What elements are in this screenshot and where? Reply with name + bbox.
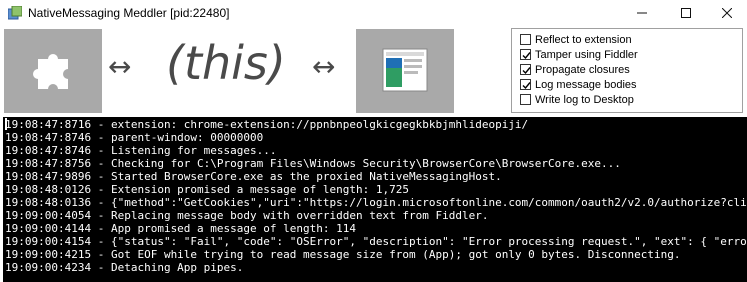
option-label: Log message bodies [535, 78, 637, 91]
minimize-icon [637, 12, 647, 14]
option-label: Tamper using Fiddler [535, 48, 638, 61]
extension-tile [4, 29, 102, 113]
log-line: 19:09:00:4144 - App promised a message o… [5, 222, 356, 235]
option-label: Reflect to extension [535, 33, 632, 46]
close-icon [722, 8, 732, 18]
right-arrow-icon: ↔ [312, 50, 336, 83]
checkbox-checked[interactable] [520, 79, 531, 90]
maximize-button[interactable] [666, 0, 706, 26]
log-line: 19:09:00:4234 - Detaching App pipes. [5, 261, 244, 274]
puzzle-piece-icon [33, 54, 68, 89]
checkbox-unchecked[interactable] [520, 94, 531, 105]
log-line: 19:08:47:8716 - extension: chrome-extens… [5, 118, 529, 131]
log-line: 19:09:00:4215 - Got EOF while trying to … [5, 248, 681, 261]
log-line: 19:08:48:0136 - {"method":"GetCookies","… [5, 196, 747, 209]
window-title: NativeMessaging Meddler [pid:22480] [28, 6, 230, 20]
app-icon [7, 5, 23, 20]
checkbox-checked[interactable] [520, 64, 531, 75]
option-reflect-to-extension[interactable]: Reflect to extension [520, 32, 632, 47]
log-line: 19:08:47:8746 - parent-window: 00000000 [5, 131, 264, 144]
log-line: 19:09:00:4054 - Replacing message body w… [5, 209, 489, 222]
checkmark-icon [522, 67, 531, 75]
maximize-icon [681, 8, 691, 18]
banner-center-text: (this) [166, 36, 286, 90]
minimize-button[interactable] [622, 0, 662, 26]
log-line: 19:08:47:8746 - Listening for messages..… [5, 144, 277, 157]
log-line: 19:08:47:8756 - Checking for C:\Program … [5, 157, 621, 170]
checkbox-unchecked[interactable] [520, 34, 531, 45]
close-button[interactable] [707, 0, 747, 26]
option-label: Write log to Desktop [535, 93, 634, 106]
left-arrow-icon: ↔ [108, 50, 132, 83]
options-panel: Reflect to extension Tamper using Fiddle… [511, 28, 743, 113]
log-line: 19:08:47:9896 - Started BrowserCore.exe … [5, 170, 502, 183]
option-label: Propagate closures [535, 63, 630, 76]
checkbox-checked[interactable] [520, 49, 531, 60]
option-log-message-bodies[interactable]: Log message bodies [520, 77, 637, 92]
checkmark-icon [522, 82, 531, 90]
relay-banner: ↔ (this) ↔ [0, 28, 505, 114]
option-tamper-using-fiddler[interactable]: Tamper using Fiddler [520, 47, 638, 62]
title-bar[interactable]: NativeMessaging Meddler [pid:22480] [0, 0, 747, 26]
checkmark-icon [522, 52, 531, 60]
option-propagate-closures[interactable]: Propagate closures [520, 62, 630, 77]
log-line: 19:08:48:0126 - Extension promised a mes… [5, 183, 409, 196]
app-window: NativeMessaging Meddler [pid:22480] ↔ (t… [0, 0, 747, 282]
native-app-tile [356, 29, 454, 113]
log-line: 19:09:00:4154 - {"status": "Fail", "code… [5, 235, 747, 248]
browser-window-icon [382, 48, 428, 92]
log-output[interactable]: 19:08:47:8716 - extension: chrome-extens… [3, 117, 747, 282]
option-write-log-to-desktop[interactable]: Write log to Desktop [520, 92, 634, 107]
